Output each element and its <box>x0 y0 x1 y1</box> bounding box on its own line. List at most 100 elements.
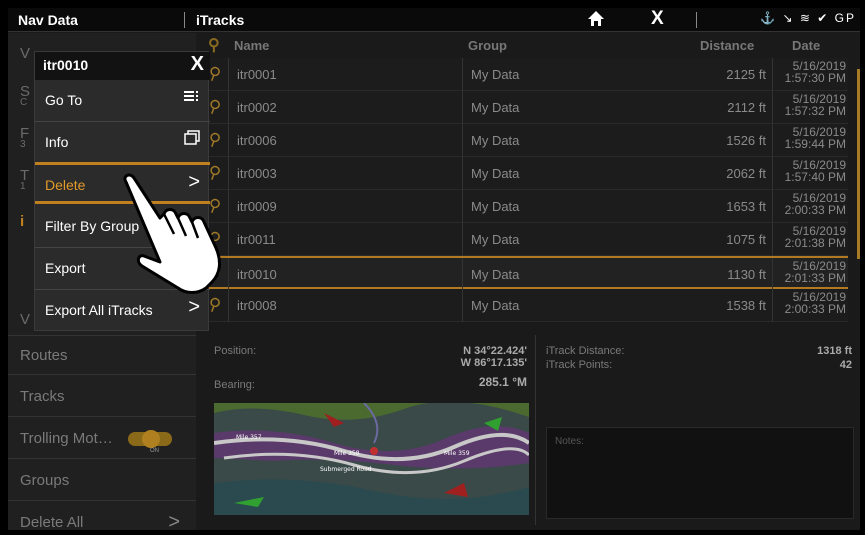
partial-nav-letter: i <box>20 213 25 230</box>
home-icon[interactable] <box>586 9 606 34</box>
column-header-name[interactable]: Name <box>234 38 269 53</box>
row-date: 5/16/2019 1:59:44 PM <box>785 126 846 150</box>
row-name: itr0006 <box>237 133 277 148</box>
column-header-group[interactable]: Group <box>468 38 507 53</box>
nav-item-trolling-motor[interactable]: Trolling Mot… ON <box>8 419 196 459</box>
menu-item-label: Export All iTracks <box>45 302 153 318</box>
close-icon[interactable]: X <box>651 8 664 30</box>
group-cell: My Data <box>462 124 694 157</box>
toggle-state: ON <box>150 448 159 454</box>
itrack-distance-label: iTrack Distance: <box>546 345 625 357</box>
row-group: My Data <box>471 100 520 115</box>
table-row[interactable]: ⚲ itr0001 My Data 2125 ft 5/16/2019 1:57:30 P… <box>198 58 848 91</box>
itracks-title: iTracks <box>196 12 245 28</box>
trolling-motor-toggle[interactable]: ON <box>128 430 172 454</box>
row-date: 5/16/2019 2:01:33 PM <box>785 260 846 284</box>
row-name: itr0011 <box>237 232 276 247</box>
itrack-details: Position: N 34°22.424' W 86°17.135' Bear… <box>206 335 860 525</box>
nav-data-title: Nav Data <box>18 12 78 28</box>
row-date: 5/16/2019 1:57:40 PM <box>785 159 846 183</box>
nav-item-label: Groups <box>20 472 70 489</box>
partial-nav-letter: V <box>20 45 31 62</box>
table-row[interactable]: ⚲ itr0003 My Data 2062 ft 5/16/2019 1:57:40 P… <box>198 157 848 190</box>
scrollbar[interactable] <box>857 69 860 259</box>
nav-item-groups[interactable]: Groups <box>8 461 196 501</box>
table-row[interactable]: ⚲itr0010My Data1130 ft5/16/20192:01:33 P… <box>198 256 848 291</box>
name-cell: itr0002 <box>228 91 460 124</box>
bearing-label: Bearing: <box>214 379 255 391</box>
map-label: Mile 357 <box>236 434 262 441</box>
column-header-distance[interactable]: Distance <box>700 38 754 53</box>
list-icon <box>184 88 200 109</box>
name-cell: itr0003 <box>228 157 460 190</box>
itrack-points-value: 42 <box>839 359 852 371</box>
map-label: Mile 359 <box>444 450 470 457</box>
notes-label: Notes: <box>555 436 584 447</box>
itrack-distance-value: 1318 ft <box>817 345 852 357</box>
partial-nav-letter: C <box>20 97 28 108</box>
track-map[interactable]: Mile 357 Mile 358 Mile 359 Submerged Roa… <box>214 403 529 515</box>
name-cell: itr0011 <box>228 223 460 256</box>
row-group: My Data <box>471 267 520 282</box>
status-icons: ⚓ ↘ ≋ ✔ GP <box>760 11 856 25</box>
position-lon: W 86°17.135' <box>460 357 527 369</box>
position-lat: N 34°22.424' <box>463 345 527 357</box>
row-name: itr0010 <box>237 267 277 282</box>
menu-item-label: Go To <box>45 92 83 108</box>
table-row[interactable]: ⚲ itr0011 My Data 1075 ft 5/16/2019 2:01:38 P… <box>198 223 848 256</box>
nav-item-routes[interactable]: Routes <box>8 335 196 375</box>
status-divider <box>696 12 697 28</box>
position-label: Position: <box>214 345 257 357</box>
row-name: itr0009 <box>237 199 277 214</box>
row-date: 5/16/2019 1:57:32 PM <box>785 93 846 117</box>
table-row[interactable]: ⚲ itr0009 My Data 1653 ft 5/16/2019 2:00:33 P… <box>198 190 848 223</box>
row-group: My Data <box>471 298 520 313</box>
partial-nav-letter: 1 <box>20 181 26 192</box>
nav-item-label: Routes <box>20 347 68 364</box>
menu-item-label: Export <box>45 260 86 276</box>
menu-item-go-to[interactable]: Go To <box>35 80 210 122</box>
row-date: 5/16/2019 2:01:38 PM <box>785 225 846 249</box>
row-date-time: 2:00:33 PM <box>784 302 846 316</box>
nav-item-label: Delete All <box>20 514 84 530</box>
group-cell: My Data <box>462 157 694 190</box>
menu-header: itr0010 X <box>35 52 210 80</box>
hand-pointer-icon <box>120 170 232 298</box>
table-row[interactable]: ⚲ itr0002 My Data 2112 ft 5/16/2019 1:57:32 P… <box>198 91 848 124</box>
row-date-time: 2:00:33 PM <box>784 203 846 217</box>
partial-nav-letter: 3 <box>20 139 26 150</box>
windows-icon <box>184 130 200 151</box>
nav-item-tracks[interactable]: Tracks <box>8 377 196 417</box>
row-group: My Data <box>471 166 520 181</box>
row-distance: 2062 ft <box>726 166 766 181</box>
close-icon[interactable]: X <box>191 53 204 76</box>
name-cell: itr0006 <box>228 124 460 157</box>
row-date-time: 2:01:38 PM <box>784 236 846 250</box>
row-distance: 1538 ft <box>726 298 766 313</box>
menu-item-info[interactable]: Info <box>35 122 210 164</box>
row-name: itr0008 <box>237 298 277 313</box>
row-name: itr0003 <box>237 166 277 181</box>
nav-data-screen: Nav Data iTracks X ⚓ ↘ ≋ ✔ GP V S C F 3 … <box>8 8 860 530</box>
name-cell: itr0008 <box>228 289 460 322</box>
title-divider <box>184 12 185 28</box>
row-name: itr0001 <box>237 67 277 82</box>
column-header-date[interactable]: Date <box>792 38 820 53</box>
row-group: My Data <box>471 232 520 247</box>
map-label: Mile 358 <box>334 450 360 457</box>
table-row[interactable]: ⚲ itr0006 My Data 1526 ft 5/16/2019 1:59:44 P… <box>198 124 848 157</box>
row-group: My Data <box>471 67 520 82</box>
row-date: 5/16/2019 1:57:30 PM <box>785 60 846 84</box>
row-date-time: 1:59:44 PM <box>784 137 846 151</box>
group-cell: My Data <box>462 190 694 223</box>
row-group: My Data <box>471 199 520 214</box>
top-bar: Nav Data iTracks X ⚓ ↘ ≋ ✔ GP <box>8 8 860 32</box>
table-row[interactable]: ⚲ itr0008 My Data 1538 ft 5/16/2019 2:00:33 P… <box>198 289 848 322</box>
name-cell: itr0010 <box>228 258 460 291</box>
track-stats-panel: iTrack Distance: 1318 ft iTrack Points: … <box>538 335 860 525</box>
notes-field[interactable]: Notes: <box>546 427 854 519</box>
row-group: My Data <box>471 133 520 148</box>
row-distance: 2125 ft <box>726 67 766 82</box>
row-date-time: 1:57:32 PM <box>784 104 846 118</box>
nav-item-delete-all[interactable]: Delete All > <box>8 503 196 530</box>
